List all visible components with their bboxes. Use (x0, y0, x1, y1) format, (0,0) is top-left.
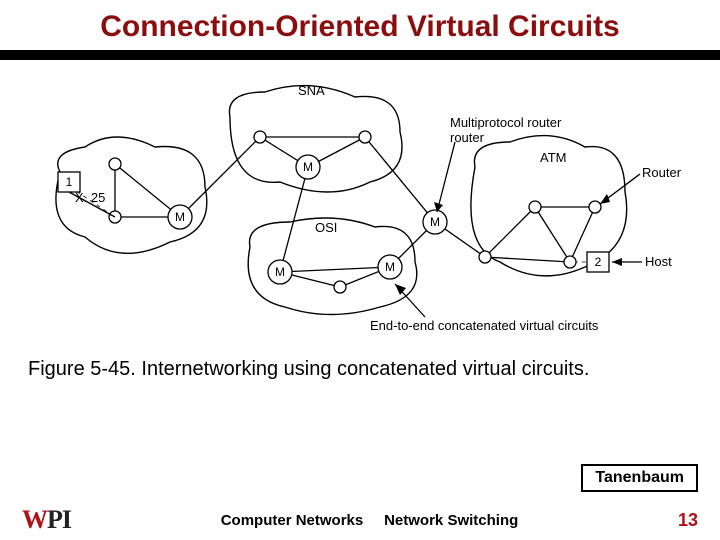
footer-course: Computer Networks (221, 512, 364, 529)
m-label: M (275, 265, 285, 279)
wpi-logo: WPI (22, 505, 71, 535)
logo-i: I (62, 505, 71, 535)
router-node (589, 201, 601, 213)
logo-w: W (22, 505, 47, 535)
cloud-sna-label: SNA (298, 83, 325, 98)
source-box: Tanenbaum (581, 464, 698, 492)
virtual-circuit-path (70, 137, 595, 262)
router-node (479, 251, 491, 263)
router-node (529, 201, 541, 213)
label-end-to-end: End-to-end concatenated virtual circuits (370, 318, 599, 333)
title-underline (0, 50, 720, 60)
host-2-label: 2 (595, 255, 602, 269)
arrow-multiprotocol (437, 142, 455, 212)
footer-topic: Network Switching (384, 512, 518, 529)
logo-p: P (47, 505, 62, 535)
label-host: Host (645, 254, 672, 269)
cloud-atm-label: ATM (540, 150, 566, 165)
m-label: M (430, 215, 440, 229)
host-1-label: 1 (66, 175, 73, 189)
m-label: M (385, 260, 395, 274)
label-multiprotocol-router: Multiprotocol router (450, 115, 562, 130)
router-node (254, 131, 266, 143)
m-label: M (175, 210, 185, 224)
m-label: M (303, 160, 313, 174)
router-node (359, 131, 371, 143)
label-multiprotocol-router-2: router (450, 130, 485, 145)
router-node (334, 281, 346, 293)
footer: WPI Computer Networks Network Switching … (0, 500, 720, 540)
page-number: 13 (668, 510, 698, 531)
figure-caption: Figure 5-45. Internetworking using conca… (28, 356, 692, 383)
footer-text: Computer Networks Network Switching (71, 512, 668, 529)
network-diagram: X. 25 SNA ATM OSI (30, 72, 690, 352)
label-router: Router (642, 165, 682, 180)
cloud-osi-label: OSI (315, 220, 337, 235)
router-node (564, 256, 576, 268)
router-node (109, 158, 121, 170)
slide-title: Connection-Oriented Virtual Circuits (0, 0, 720, 50)
